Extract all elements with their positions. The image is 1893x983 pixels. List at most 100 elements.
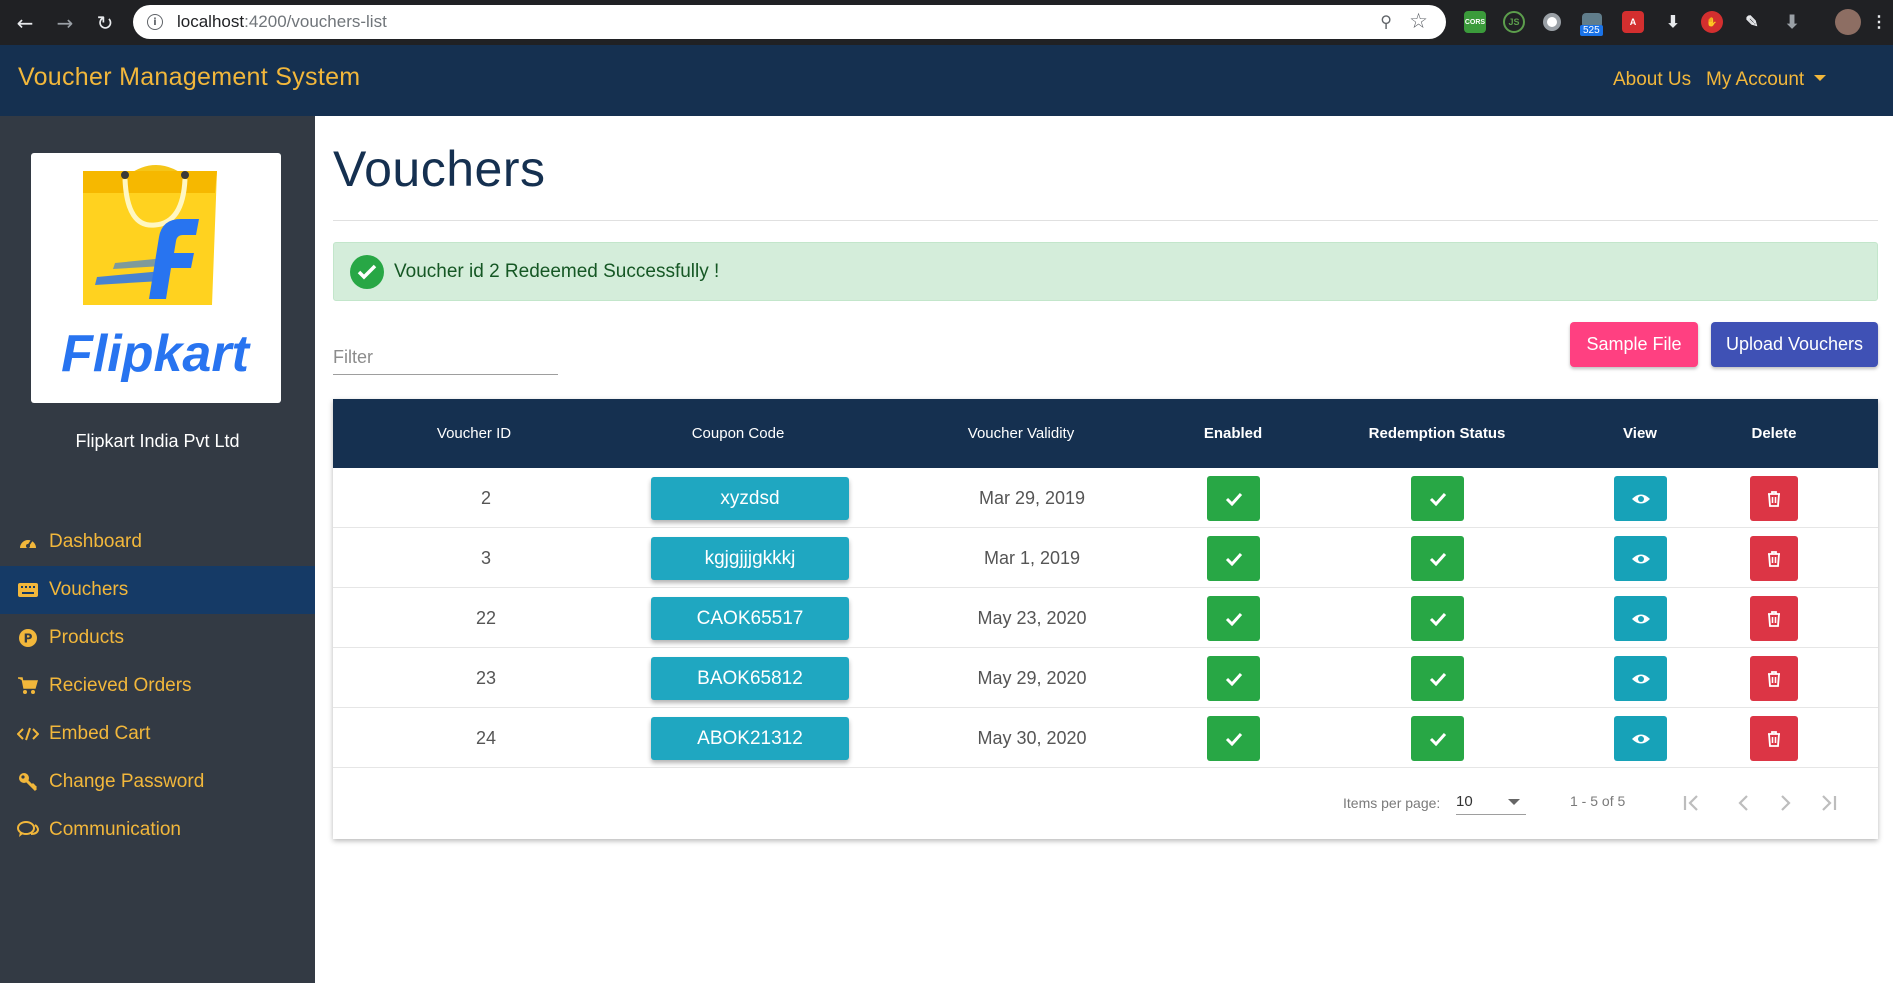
- about-us-link[interactable]: About Us: [1613, 69, 1691, 91]
- view-button[interactable]: [1614, 596, 1667, 641]
- caret-down-icon: [1814, 74, 1827, 81]
- sidebar-item-embed-cart[interactable]: Embed Cart: [0, 710, 315, 758]
- url-text[interactable]: localhost:4200/vouchers-list: [177, 12, 387, 32]
- sidebar-item-change-password[interactable]: Change Password: [0, 758, 315, 806]
- sidebar: Flipkart Flipkart India Pvt Ltd Dashboar…: [0, 116, 315, 983]
- enabled-toggle[interactable]: [1207, 716, 1260, 761]
- pdf-extension-icon[interactable]: A: [1622, 11, 1644, 33]
- view-button[interactable]: [1614, 476, 1667, 521]
- delete-button[interactable]: [1750, 656, 1798, 701]
- enabled-toggle[interactable]: [1207, 536, 1260, 581]
- bookmark-star-icon[interactable]: ☆: [1409, 9, 1428, 33]
- dashboard-icon: [17, 531, 39, 553]
- app-navbar: Voucher Management System About Us My Ac…: [0, 45, 1893, 116]
- header-coupon-code[interactable]: Coupon Code: [692, 399, 785, 468]
- check-icon: [1225, 492, 1242, 506]
- trash-icon: [1768, 490, 1780, 507]
- sample-file-button[interactable]: Sample File: [1570, 322, 1698, 367]
- voucher-id-cell: 22: [475, 608, 497, 628]
- coupon-code-chip[interactable]: BAOK65812: [651, 657, 849, 700]
- trash-icon: [1768, 550, 1780, 567]
- coupon-code-chip[interactable]: xyzdsd: [651, 477, 849, 520]
- app-brand[interactable]: Voucher Management System: [18, 63, 360, 92]
- browser-toolbar: ← → ↻ i localhost:4200/vouchers-list ⚲ ☆…: [0, 0, 1893, 45]
- sidebar-item-vouchers[interactable]: Vouchers: [0, 566, 315, 614]
- view-button[interactable]: [1614, 656, 1667, 701]
- eye-icon: [1631, 494, 1650, 503]
- header-redemption-status[interactable]: Redemption Status: [1369, 399, 1506, 468]
- reload-icon[interactable]: ↻: [90, 8, 120, 38]
- redemption-status-toggle[interactable]: [1411, 476, 1464, 521]
- previous-page-button[interactable]: [1726, 785, 1762, 821]
- filter-input[interactable]: [333, 340, 558, 374]
- cors-extension-icon[interactable]: CORS: [1464, 11, 1486, 33]
- profile-avatar-icon[interactable]: [1835, 9, 1861, 35]
- sidebar-item-dashboard[interactable]: Dashboard: [0, 518, 315, 566]
- enabled-toggle[interactable]: [1207, 476, 1260, 521]
- table-header: Voucher ID Coupon Code Voucher Validity …: [333, 399, 1878, 468]
- voucher-id-cell: 3: [480, 548, 492, 568]
- sidebar-item-label: Vouchers: [49, 579, 129, 600]
- cors-extension-label: CORS: [1464, 18, 1486, 26]
- sidebar-item-communication[interactable]: Communication: [0, 806, 315, 854]
- coupon-code-chip[interactable]: kgjgjjjgkkkj: [651, 537, 849, 580]
- delete-button[interactable]: [1750, 596, 1798, 641]
- delete-button[interactable]: [1750, 536, 1798, 581]
- delete-button[interactable]: [1750, 716, 1798, 761]
- view-button[interactable]: [1614, 716, 1667, 761]
- address-bar[interactable]: i localhost:4200/vouchers-list ⚲ ☆: [133, 5, 1446, 39]
- table-row: 3 kgjgjjjgkkkj Mar 1, 2019: [333, 528, 1878, 588]
- redemption-status-toggle[interactable]: [1411, 716, 1464, 761]
- title-divider: [333, 220, 1878, 221]
- menu-dots-icon[interactable]: ⋮: [1871, 11, 1887, 33]
- enabled-toggle[interactable]: [1207, 596, 1260, 641]
- keyboard-icon: [17, 579, 39, 601]
- node-extension-icon[interactable]: JS: [1503, 11, 1525, 33]
- coupon-code-chip[interactable]: ABOK21312: [651, 717, 849, 760]
- redemption-status-toggle[interactable]: [1411, 536, 1464, 581]
- header-view: View: [1623, 425, 1657, 442]
- chevron-left-icon: [1738, 795, 1748, 811]
- forward-icon[interactable]: →: [50, 8, 80, 38]
- sidebar-item-label: Recieved Orders: [49, 675, 192, 696]
- sidebar-item-recieved-orders[interactable]: Recieved Orders: [0, 662, 315, 710]
- code-icon: [17, 723, 39, 745]
- dropdown-arrow-icon: [1508, 799, 1520, 805]
- upload-vouchers-button[interactable]: Upload Vouchers: [1711, 322, 1878, 367]
- filter-field[interactable]: [333, 340, 558, 375]
- sidebar-item-products[interactable]: P Products: [0, 614, 315, 662]
- my-account-dropdown[interactable]: My Account: [1706, 69, 1827, 91]
- page-size-select[interactable]: 10: [1456, 787, 1526, 815]
- cart-icon: [17, 675, 39, 697]
- trash-icon: [1768, 730, 1780, 747]
- coupon-code-chip[interactable]: CAOK65517: [651, 597, 849, 640]
- site-info-icon[interactable]: i: [147, 14, 163, 30]
- mail-badge: 525: [1580, 25, 1603, 36]
- enabled-toggle[interactable]: [1207, 656, 1260, 701]
- circle-extension-icon[interactable]: [1543, 13, 1561, 31]
- view-button[interactable]: [1614, 536, 1667, 581]
- delete-button[interactable]: [1750, 476, 1798, 521]
- paginator: Items per page: 10 1 - 5 of 5: [333, 769, 1878, 829]
- block-extension-icon[interactable]: ✋: [1701, 11, 1723, 33]
- last-page-button[interactable]: [1810, 785, 1846, 821]
- next-page-button[interactable]: [1767, 785, 1803, 821]
- header-enabled[interactable]: Enabled: [1204, 399, 1262, 468]
- flipkart-logo-icon: Flipkart: [61, 165, 252, 383]
- header-voucher-validity[interactable]: Voucher Validity: [968, 399, 1074, 468]
- arrow-down-extension-icon[interactable]: ⬇: [1781, 11, 1803, 33]
- download-extension-icon[interactable]: ⬇: [1662, 11, 1684, 33]
- check-icon: [1429, 732, 1446, 746]
- redemption-status-toggle[interactable]: [1411, 596, 1464, 641]
- redemption-status-toggle[interactable]: [1411, 656, 1464, 701]
- key-icon[interactable]: ⚲: [1380, 12, 1392, 31]
- chevron-right-icon: [1781, 795, 1791, 811]
- sidebar-item-label: Change Password: [49, 771, 205, 792]
- header-voucher-id[interactable]: Voucher ID: [437, 399, 511, 468]
- last-page-icon: [1822, 795, 1837, 811]
- edit-extension-icon[interactable]: ✎: [1741, 11, 1763, 33]
- first-page-button[interactable]: [1674, 785, 1710, 821]
- eye-icon: [1631, 734, 1650, 743]
- back-icon[interactable]: ←: [10, 8, 40, 38]
- eye-icon: [1631, 674, 1650, 683]
